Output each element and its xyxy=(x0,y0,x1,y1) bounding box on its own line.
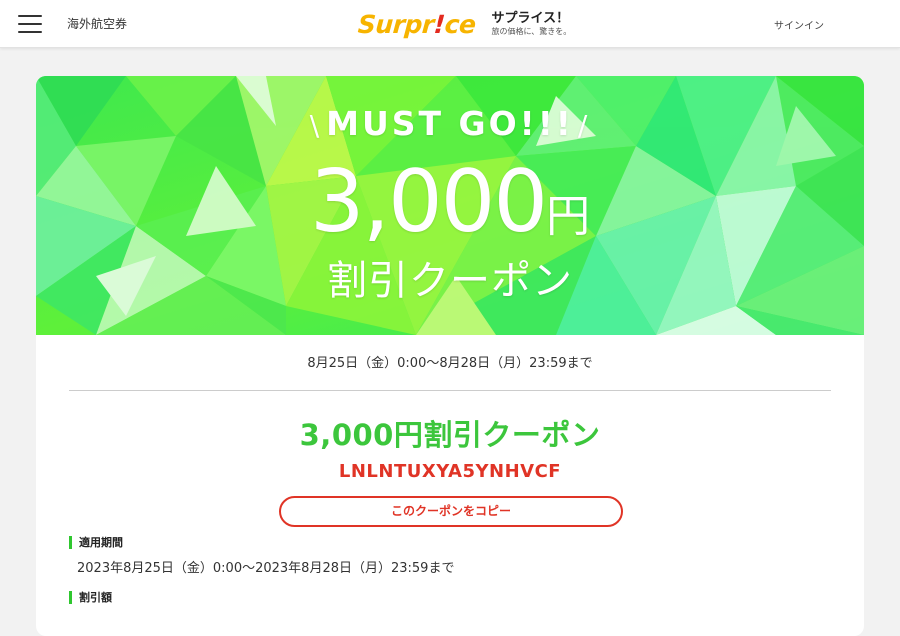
banner-subtitle: 割引クーポン xyxy=(327,258,573,304)
validity-value: 2023年8月25日（金）0:00〜2023年8月28日（月）23:59まで xyxy=(77,561,455,576)
logo-wordmark: Surpr!ce xyxy=(356,9,477,39)
banner-text: \ MUST GO!!!/ 3,000円 割引クーポン xyxy=(36,76,864,335)
nav-link-flights[interactable]: 海外航空券 xyxy=(67,15,127,32)
site-logo[interactable]: Surpr!ce サプライス！ 旅の価格に、驚きを。 xyxy=(356,4,572,44)
brand-name: サプライス！ xyxy=(491,11,570,26)
discount-label: 割引額 xyxy=(69,591,112,604)
top-header: 海外航空券 Surpr!ce サプライス！ 旅の価格に、驚きを。 サインイン xyxy=(0,0,900,48)
banner-amount-yen: 円 xyxy=(546,191,591,242)
divider xyxy=(69,390,831,391)
hamburger-menu-icon[interactable] xyxy=(18,14,42,34)
signin-link[interactable]: サインイン xyxy=(774,17,824,32)
coupon-banner: \ MUST GO!!!/ 3,000円 割引クーポン xyxy=(36,76,864,335)
banner-amount-number: 3,000 xyxy=(309,152,548,252)
coupon-period: 8月25日（金）0:00〜8月28日（月）23:59まで xyxy=(307,356,593,371)
validity-label: 適用期間 xyxy=(69,536,123,549)
logo-text: サプライス！ 旅の価格に、驚きを。 xyxy=(492,11,572,37)
coupon-title: 3,000円割引クーポン xyxy=(299,418,601,452)
banner-headline: \ MUST GO!!! / xyxy=(309,104,591,143)
coupon-card: \ MUST GO!!!/ 3,000円 割引クーポン 8月25日（金）0:00〜… xyxy=(36,76,864,636)
coupon-code: LNLNTUXYA5YNHVCF xyxy=(338,461,562,482)
copy-coupon-button[interactable]: このクーポンをコピー xyxy=(279,496,623,527)
brand-tagline: 旅の価格に、驚きを。 xyxy=(491,27,572,36)
